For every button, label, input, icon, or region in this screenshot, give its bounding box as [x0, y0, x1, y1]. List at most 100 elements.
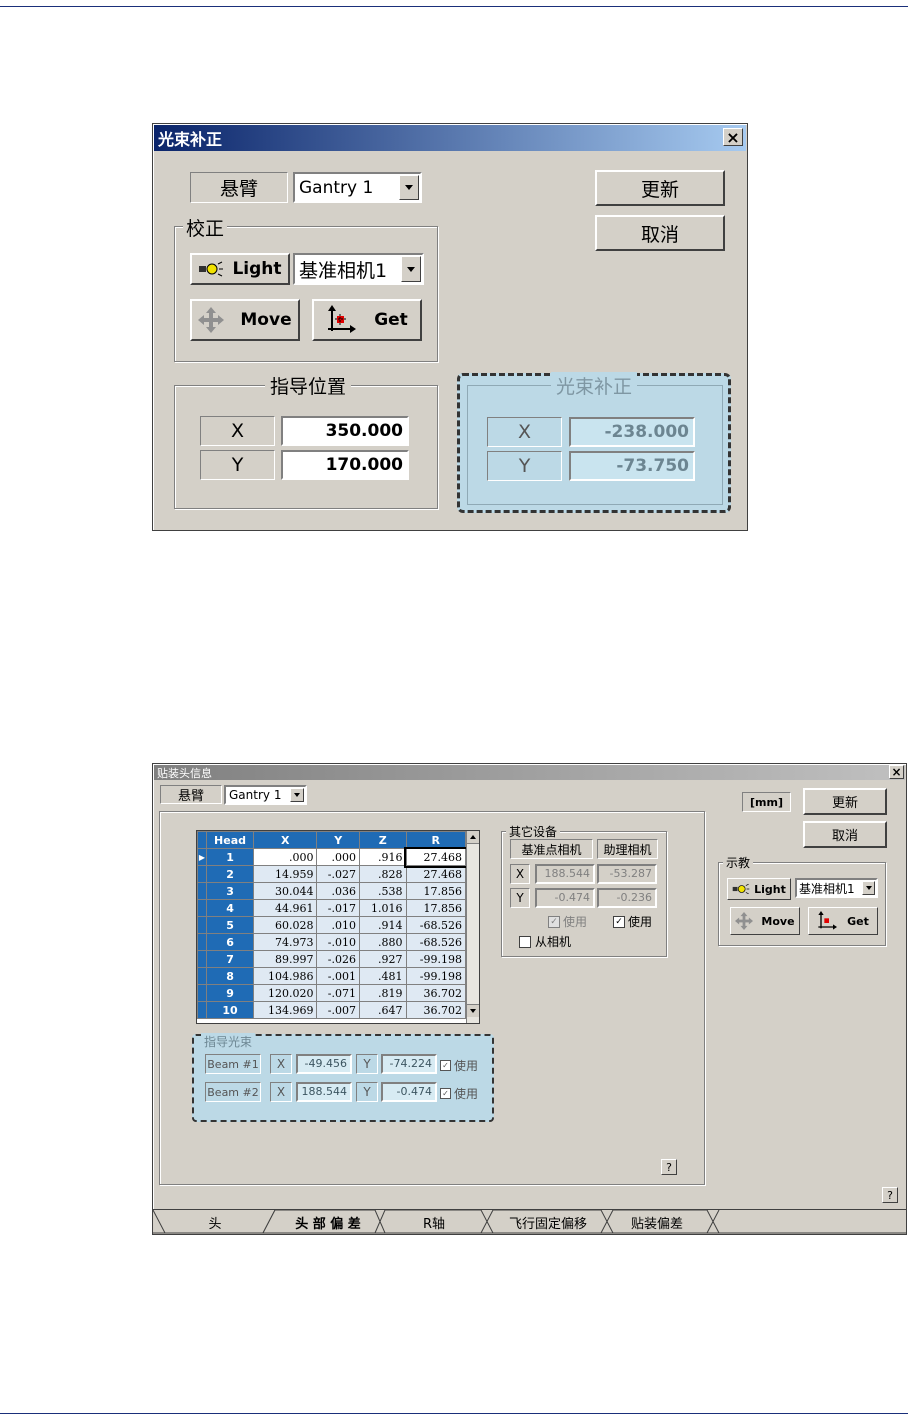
table-cell[interactable]: 60.028 [253, 916, 318, 934]
table-head-id-cell[interactable]: 2 [205, 865, 255, 883]
guide-x-field[interactable]: 350.000 [281, 416, 409, 446]
chevron-down-icon[interactable] [399, 175, 419, 200]
table-cell[interactable]: .481 [359, 967, 407, 985]
table-cell[interactable]: 14.959 [253, 865, 318, 883]
table-cell[interactable]: .010 [316, 916, 360, 934]
table-row[interactable]: 2 14.959 -.027.828 27.468 [197, 865, 466, 883]
table-cell[interactable]: 74.973 [253, 933, 318, 951]
table-cell[interactable]: .000 [253, 848, 318, 866]
table-cell[interactable]: 134.969 [253, 1001, 318, 1019]
table-head-id-cell[interactable]: 4 [205, 899, 255, 917]
table-cell[interactable]: 44.961 [253, 899, 318, 917]
table-cell[interactable]: .916 [359, 848, 407, 866]
table-head-id-cell[interactable]: 10 [205, 1001, 255, 1019]
beam2-use-checkbox[interactable]: ✓ 使用 [440, 1085, 478, 1102]
beam2-x-field[interactable]: 188.544 [296, 1082, 352, 1102]
table-scrollbar[interactable] [466, 831, 479, 1023]
table-cell[interactable]: .927 [359, 950, 407, 968]
cancel-button[interactable]: 取消 [595, 215, 725, 251]
table-cell[interactable]: -68.526 [405, 933, 466, 951]
close-button[interactable]: × [723, 128, 743, 147]
table-row[interactable]: 7 89.997 -.026.927 -99.198 [197, 950, 466, 968]
camera-select[interactable]: 基准相机1 [795, 878, 878, 898]
dialog-help-button[interactable]: ? [882, 1187, 898, 1203]
table-row[interactable]: 5 60.028.010.914 -68.526 [197, 916, 466, 934]
table-cell[interactable]: .819 [359, 984, 407, 1002]
guide-y-field[interactable]: 170.000 [281, 450, 409, 480]
get-button[interactable]: Get [808, 907, 878, 935]
table-cell[interactable]: 17.856 [405, 899, 466, 917]
table-cell[interactable]: .828 [359, 865, 407, 883]
light-button[interactable]: Light [727, 878, 791, 900]
table-cell[interactable]: 17.856 [405, 882, 466, 900]
table-row[interactable]: 6 74.973 -.010.880 -68.526 [197, 933, 466, 951]
table-row[interactable]: 3 30.044.036.538 17.856 [197, 882, 466, 900]
table-cell[interactable]: 1.016 [359, 899, 407, 917]
table-cell[interactable]: -.017 [316, 899, 360, 917]
update-button[interactable]: 更新 [803, 788, 887, 815]
table-head-id-cell[interactable]: 9 [205, 984, 255, 1002]
table-row[interactable]: 4 44.961 -.017 1.016 17.856 [197, 899, 466, 917]
table-head-id-cell[interactable]: 8 [205, 967, 255, 985]
table-row[interactable]: ▶ 1.000.000.916 27.468 [197, 846, 468, 868]
get-button[interactable]: Get [312, 299, 422, 341]
table-row[interactable]: 10 134.969 -.007.647 36.702 [197, 1001, 466, 1019]
tab-r-axis[interactable]: R轴 [393, 1213, 475, 1232]
panel-help-button[interactable]: ? [661, 1159, 677, 1175]
table-head-id-cell[interactable]: 7 [205, 950, 255, 968]
chevron-down-icon[interactable] [401, 256, 421, 282]
table-cell[interactable]: -.007 [316, 1001, 360, 1019]
camera-select[interactable]: 基准相机1 [293, 253, 424, 285]
table-cell[interactable]: 30.044 [253, 882, 318, 900]
scroll-down-arrow-icon[interactable] [467, 1004, 479, 1017]
table-cell[interactable]: .914 [359, 916, 407, 934]
beam2-y-field[interactable]: -0.474 [381, 1082, 437, 1102]
table-cell[interactable]: 36.702 [405, 984, 466, 1002]
table-cell[interactable]: -.001 [316, 967, 360, 985]
gantry-select[interactable]: Gantry 1 [224, 785, 307, 805]
scroll-up-arrow-icon[interactable] [467, 831, 479, 844]
table-cell[interactable]: -.071 [316, 984, 360, 1002]
table-cell[interactable]: 104.986 [253, 967, 318, 985]
table-cell[interactable]: .000 [316, 848, 360, 866]
table-cell[interactable]: .036 [316, 882, 360, 900]
tab-placement-offset[interactable]: 贴装偏差 [609, 1213, 705, 1232]
tab-head-offset[interactable]: 头 部 偏 差 [281, 1213, 375, 1232]
update-button[interactable]: 更新 [595, 170, 725, 206]
ref-use-checkbox[interactable]: ✓ 使用 [548, 913, 587, 930]
table-head-id-cell[interactable]: 5 [205, 916, 255, 934]
table-cell[interactable]: 27.468 [405, 865, 466, 883]
table-head-id-cell[interactable]: 6 [205, 933, 255, 951]
aux-use-checkbox[interactable]: ✓ 使用 [613, 913, 652, 930]
tab-flying-fixed-offset[interactable]: 飞行固定偏移 [495, 1213, 601, 1232]
table-head-id-cell[interactable]: 3 [205, 882, 255, 900]
beam1-use-checkbox[interactable]: ✓ 使用 [440, 1057, 478, 1074]
table-cell[interactable]: .880 [359, 933, 407, 951]
table-cell[interactable]: -68.526 [405, 916, 466, 934]
slave-camera-checkbox[interactable]: 从相机 [519, 933, 571, 950]
table-cell[interactable]: .538 [359, 882, 407, 900]
beam1-y-field[interactable]: -74.224 [381, 1054, 437, 1074]
chevron-down-icon[interactable] [862, 881, 875, 895]
light-button[interactable]: Light [190, 253, 290, 285]
table-cell[interactable]: -.010 [316, 933, 360, 951]
beam1-x-field[interactable]: -49.456 [296, 1054, 352, 1074]
table-row[interactable]: 9 120.020 -.071.819 36.702 [197, 984, 466, 1002]
table-cell[interactable]: -99.198 [405, 967, 466, 985]
gantry-select[interactable]: Gantry 1 [293, 172, 422, 203]
table-cell[interactable]: 27.468 [404, 846, 468, 868]
table-row[interactable]: 8 104.986 -.001.481 -99.198 [197, 967, 466, 985]
table-cell[interactable]: -.026 [316, 950, 360, 968]
cancel-button[interactable]: 取消 [803, 821, 887, 848]
move-button[interactable]: Move [730, 907, 800, 935]
table-cell[interactable]: -99.198 [405, 950, 466, 968]
table-cell[interactable]: -.027 [316, 865, 360, 883]
tab-head[interactable]: 头 [175, 1213, 255, 1232]
table-head-id-cell[interactable]: 1 [205, 848, 255, 866]
close-button[interactable]: × [889, 765, 904, 779]
chevron-down-icon[interactable] [290, 788, 304, 802]
table-cell[interactable]: 36.702 [405, 1001, 466, 1019]
table-cell[interactable]: 120.020 [253, 984, 318, 1002]
move-button[interactable]: Move [190, 299, 300, 341]
table-cell[interactable]: .647 [359, 1001, 407, 1019]
